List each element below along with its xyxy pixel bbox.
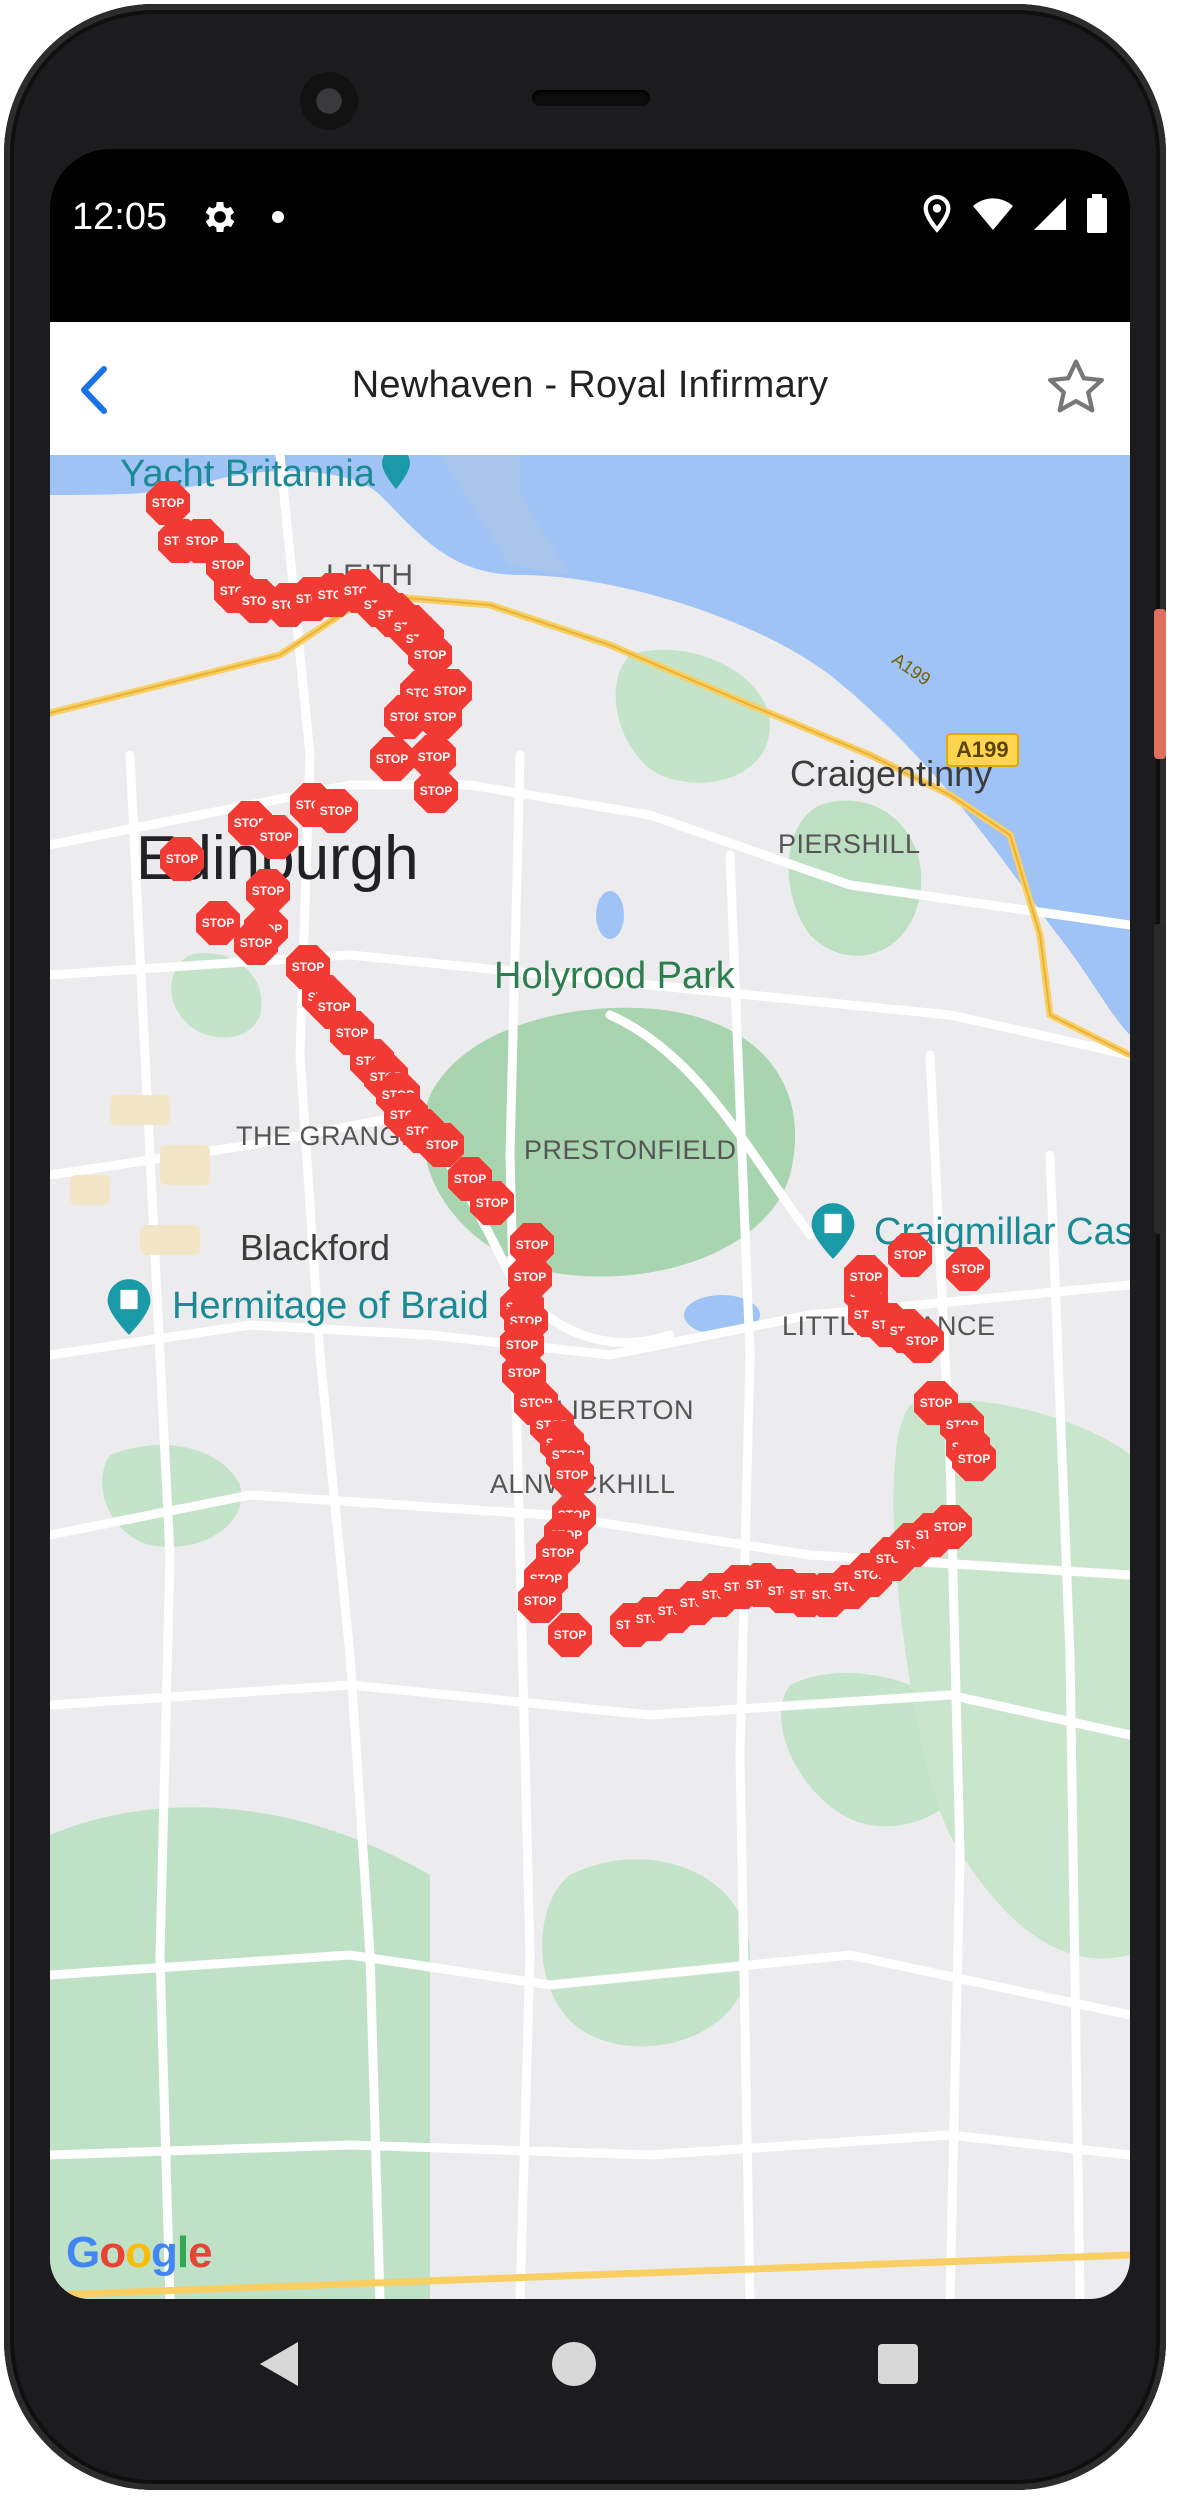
power-button [1154,609,1166,759]
star-outline-icon [1048,359,1104,413]
road-shield-a199: A199 [946,733,1019,767]
map-label-piershill: PIERSHILL [778,829,921,859]
map-label-holyrood-park[interactable]: Holyrood Park [494,955,735,998]
navigation-bar [50,2300,1130,2460]
notification-dot-icon [272,211,284,223]
battery-icon [1087,194,1107,233]
map-label-hermitage[interactable]: Hermitage of Braid [172,1285,489,1328]
google-logo: Google [66,2228,213,2277]
castle-pin-icon[interactable] [806,1201,860,1261]
map-label-liberton: LIBERTON [556,1395,695,1425]
poi-pin-icon[interactable] [372,455,420,493]
settings-gear-icon [200,197,240,242]
phone-frame: 12:05 Newhaven - Royal Infirmary Yacht B… [4,4,1166,2490]
location-icon [923,194,951,233]
status-time: 12:05 [72,196,168,238]
app-bar: Newhaven - Royal Infirmary [50,322,1130,456]
nav-home-circle-icon[interactable] [552,2342,596,2386]
map-label-prestonfield: PRESTONFIELD [524,1135,737,1165]
map-base [50,455,1130,2299]
front-camera [300,72,358,130]
earpiece-speaker [532,90,650,106]
signal-icon [1034,198,1066,230]
status-bar: 12:05 [50,149,1130,299]
wifi-icon [973,198,1013,230]
screen: 12:05 Newhaven - Royal Infirmary Yacht B… [50,149,1130,2299]
map-label-blackford: Blackford [240,1227,391,1268]
favorite-button[interactable] [1044,355,1108,419]
nav-back-triangle-icon[interactable] [254,2338,302,2390]
map-view[interactable]: Yacht Britannia LEITH Craigentinny PIERS… [50,455,1130,2299]
route-title: Newhaven - Royal Infirmary [351,364,829,406]
status-icons [920,194,1108,234]
castle-pin-icon[interactable] [102,1277,156,1337]
nav-recents-square-icon[interactable] [878,2344,918,2384]
volume-button [1154,924,1166,1234]
